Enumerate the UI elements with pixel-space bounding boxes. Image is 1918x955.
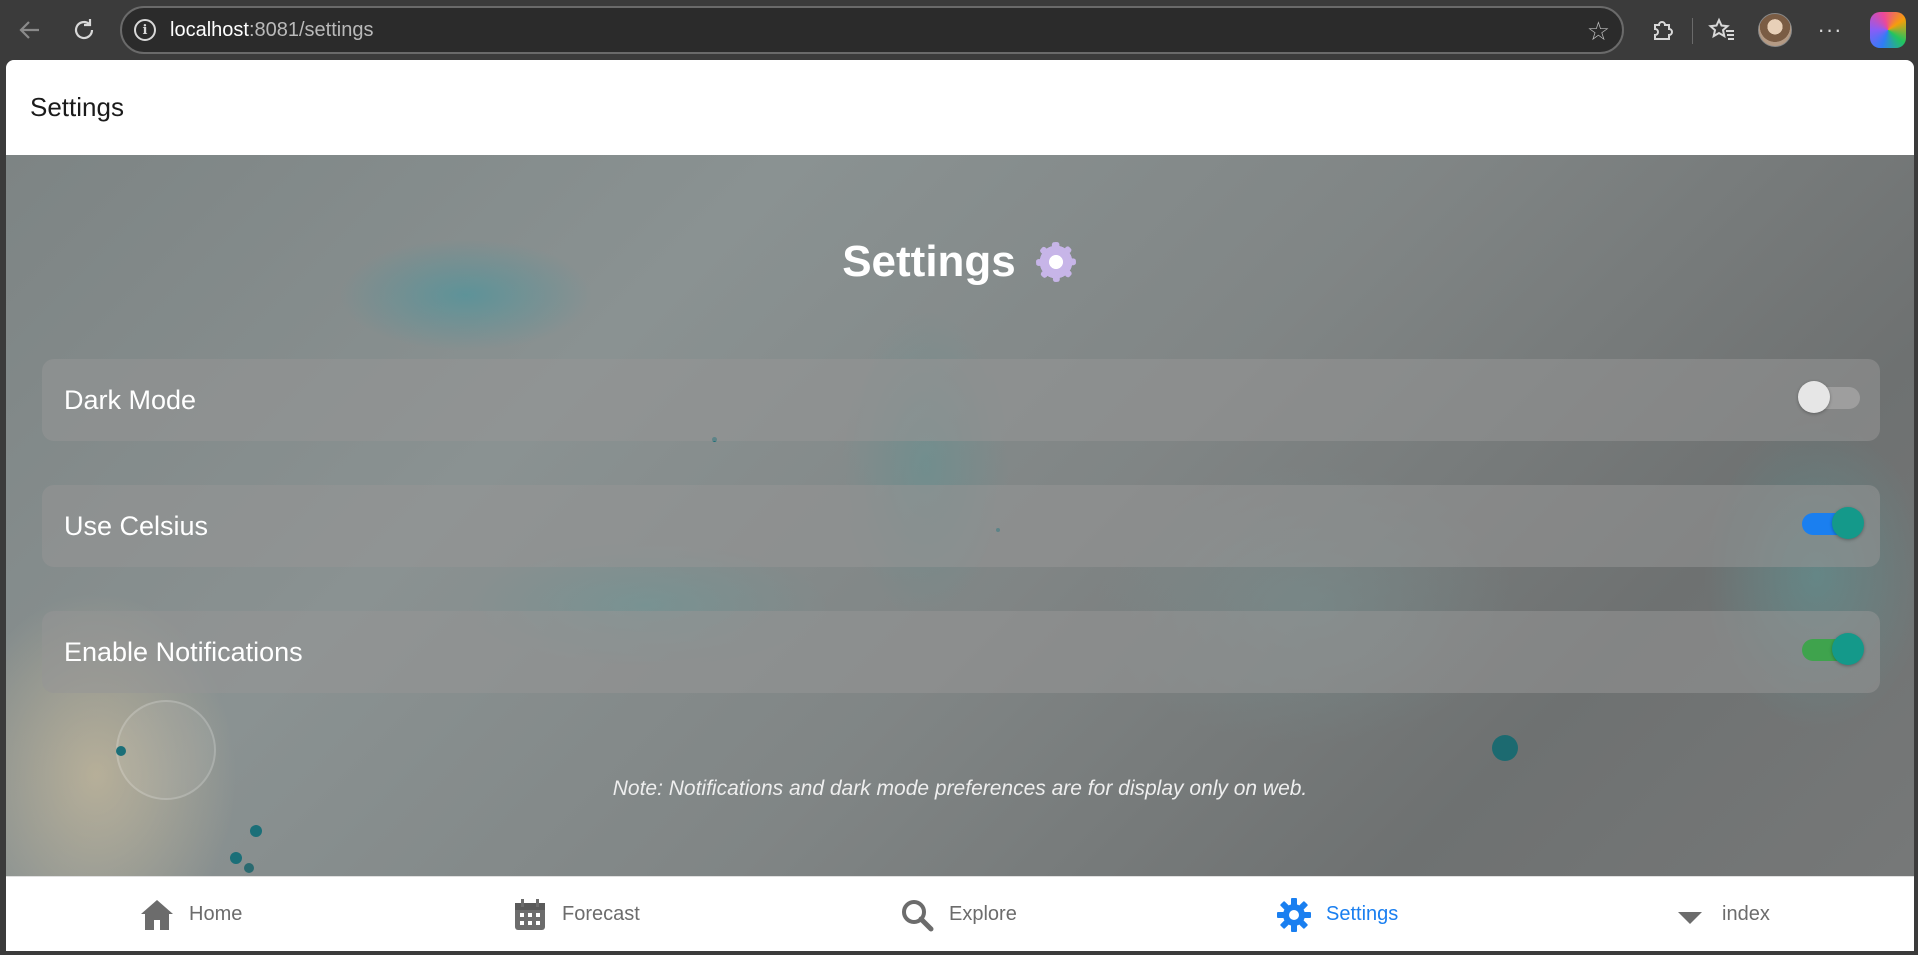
tab-index[interactable]: index [1672, 877, 1770, 951]
url-host: localhost [170, 18, 249, 41]
toggle-knob [1832, 507, 1864, 539]
background-dot [244, 863, 254, 873]
tab-settings[interactable]: Settings [1276, 877, 1398, 951]
extensions-button[interactable] [1642, 10, 1682, 50]
setting-label: Use Celsius [64, 510, 209, 541]
favorites-list-icon [1708, 17, 1734, 40]
background-dot [1492, 735, 1518, 761]
arrow-left-icon [19, 21, 39, 39]
caret-down-icon [1672, 897, 1708, 933]
settings-screen: Settings Dark Mode Use Celsius Enable No… [6, 155, 1914, 876]
more-options-button[interactable]: ··· [1810, 10, 1850, 50]
setting-row-enable-notifications: Enable Notifications [42, 611, 1880, 693]
header-title: Settings [30, 92, 124, 122]
favorite-star-icon[interactable]: ☆ [1587, 16, 1610, 47]
browser-toolbar: i localhost:8081/settings ☆ ··· [0, 0, 1918, 60]
copilot-icon[interactable] [1870, 12, 1906, 48]
background-dot [230, 852, 242, 864]
tab-label: Settings [1326, 903, 1399, 925]
setting-label: Dark Mode [64, 384, 197, 415]
reload-icon [74, 19, 94, 40]
background-dot [116, 746, 126, 756]
dark-mode-toggle[interactable] [1798, 381, 1860, 413]
reload-button[interactable] [64, 10, 104, 50]
toggle-knob [1832, 633, 1864, 665]
url-text[interactable]: localhost:8081/settings [170, 19, 373, 42]
use-celsius-toggle[interactable] [1802, 507, 1864, 539]
address-bar[interactable]: i localhost:8081/settings ☆ [120, 6, 1624, 54]
search-icon [899, 897, 935, 933]
tab-home[interactable]: Home [139, 877, 242, 951]
app-header: Settings [6, 60, 1914, 155]
info-icon[interactable]: i [134, 19, 156, 41]
toggle-knob [1798, 381, 1830, 413]
toolbar-divider [1692, 18, 1693, 44]
profile-avatar[interactable] [1758, 13, 1792, 47]
home-icon [139, 897, 175, 933]
setting-row-use-celsius: Use Celsius [42, 485, 1880, 567]
tab-label: index [1722, 903, 1770, 925]
puzzle-icon [1654, 21, 1673, 40]
gear-icon [1033, 240, 1078, 284]
favorites-button[interactable] [1702, 10, 1742, 50]
enable-notifications-toggle[interactable] [1802, 633, 1864, 665]
setting-label: Enable Notifications [64, 636, 303, 667]
calendar-icon [512, 897, 548, 933]
web-note: Note: Notifications and dark mode prefer… [612, 777, 1308, 800]
background-dot [250, 825, 262, 837]
gear-icon [1276, 897, 1312, 933]
app-viewport: Settings Settings Dark Mode Use Celsius … [6, 60, 1914, 951]
tab-explore[interactable]: Explore [899, 877, 1017, 951]
tab-label: Home [189, 903, 243, 925]
bottom-tab-bar: Home Forecast Explore Settings index [6, 876, 1914, 951]
setting-row-dark-mode: Dark Mode [42, 359, 1880, 441]
page-title: Settings [6, 237, 1914, 287]
tab-forecast[interactable]: Forecast [512, 877, 640, 951]
tab-label: Explore [949, 903, 1017, 925]
page-title-text: Settings [842, 237, 1016, 286]
tab-label: Forecast [562, 903, 640, 925]
url-path: :8081/settings [248, 18, 374, 41]
back-button[interactable] [10, 10, 50, 50]
